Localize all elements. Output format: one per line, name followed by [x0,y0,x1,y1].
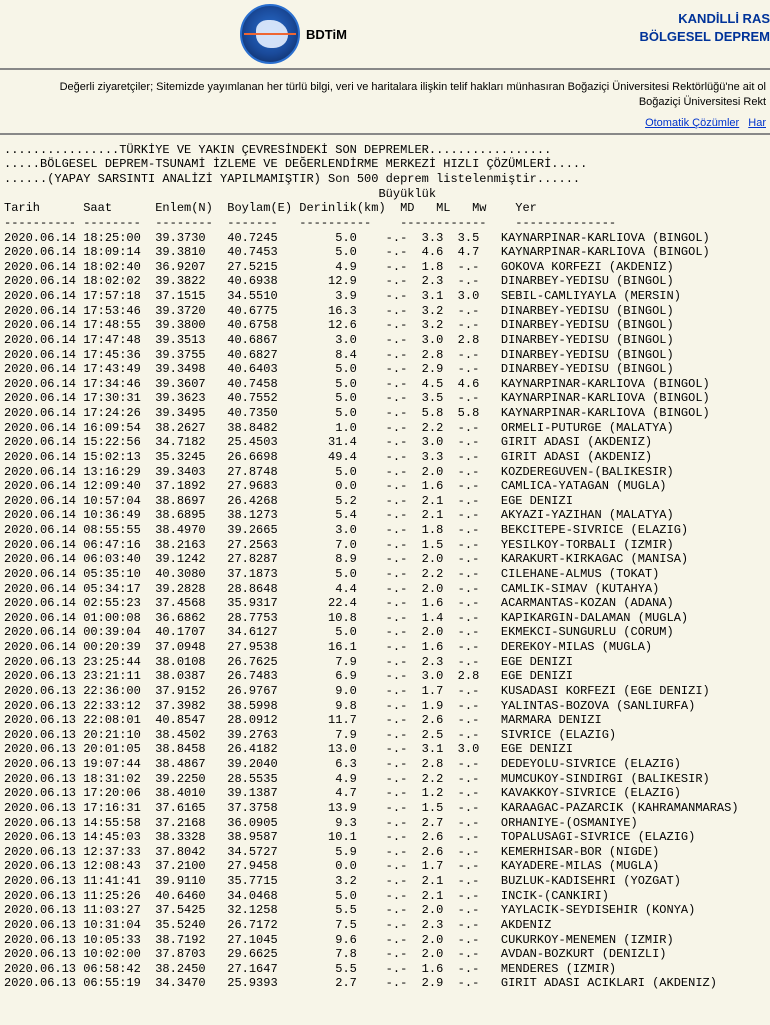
brand-text: BDTiM [306,27,347,42]
earthquake-listing: ................TÜRKİYE VE YAKIN ÇEVRESİ… [0,135,770,995]
bdtim-logo [240,4,300,64]
copyright-notice: Değerli ziyaretçiler; Sitemizde yayımlan… [0,70,770,115]
link-har[interactable]: Har [748,117,766,129]
notice-line-1: Değerli ziyaretçiler; Sitemizde yayımlan… [60,81,766,93]
header-title: KANDİLLİ RAS BÖLGESEL DEPREM [639,10,770,46]
title-line-2: BÖLGESEL DEPREM [639,29,770,44]
links-row: Otomatik Çözümler Har [0,115,770,135]
title-line-1: KANDİLLİ RAS [678,11,770,26]
link-otomatik[interactable]: Otomatik Çözümler [645,117,739,129]
notice-line-2: Boğaziçi Üniversitesi Rekt [639,96,766,108]
page-header: BDTiM KANDİLLİ RAS BÖLGESEL DEPREM [0,0,770,70]
